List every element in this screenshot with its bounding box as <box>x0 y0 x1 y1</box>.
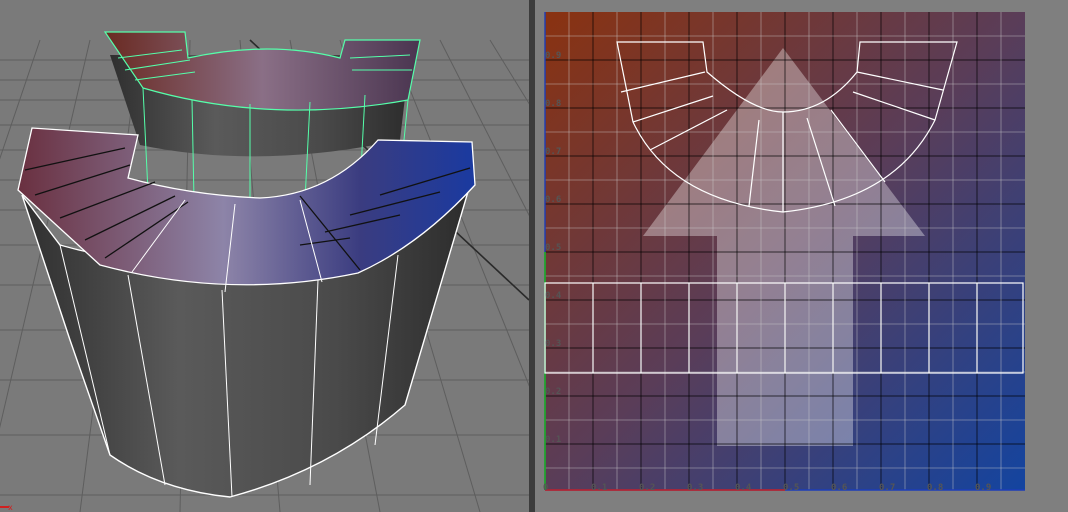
u-tick-label: 0.4 <box>735 483 752 493</box>
v-tick-label: 0.7 <box>545 147 561 157</box>
uv-editing-workspace: x 0 0.1 0.2 0.3 0.4 0.5 0.6 0.7 0.8 0.9 … <box>0 0 1068 512</box>
u-tick-label: 0.5 <box>783 483 799 493</box>
u-tick-label: 0.2 <box>639 483 655 493</box>
v-tick-label: 0.5 <box>545 243 561 253</box>
perspective-viewport[interactable]: x <box>0 0 529 512</box>
front-mesh[interactable] <box>17 127 476 498</box>
v-tick-label: 0.9 <box>545 51 561 61</box>
v-tick-label: 0.8 <box>545 99 561 109</box>
u-tick-label: 0.8 <box>927 483 943 493</box>
v-tick-label: 0.1 <box>545 435 561 445</box>
v-tick-label: 0.6 <box>545 195 561 205</box>
u-tick-label: 0.7 <box>879 483 895 493</box>
u-tick-label: 0.6 <box>831 483 847 493</box>
uv-grid <box>544 12 1025 491</box>
u-tick-label: 0.1 <box>591 483 607 493</box>
u-tick-label: 0.3 <box>687 483 703 493</box>
u-tick-label: 0.9 <box>975 483 991 493</box>
axis-indicator: x <box>0 503 13 512</box>
u-tick-label: 0 <box>543 483 548 493</box>
v-tick-label: 0.3 <box>545 339 561 349</box>
axis-x-label: x <box>8 503 13 512</box>
uv-texture-editor[interactable]: 0 0.1 0.2 0.3 0.4 0.5 0.6 0.7 0.8 0.9 0.… <box>535 0 1068 512</box>
v-tick-label: 0.4 <box>545 291 562 301</box>
v-tick-label: 0.2 <box>545 387 561 397</box>
